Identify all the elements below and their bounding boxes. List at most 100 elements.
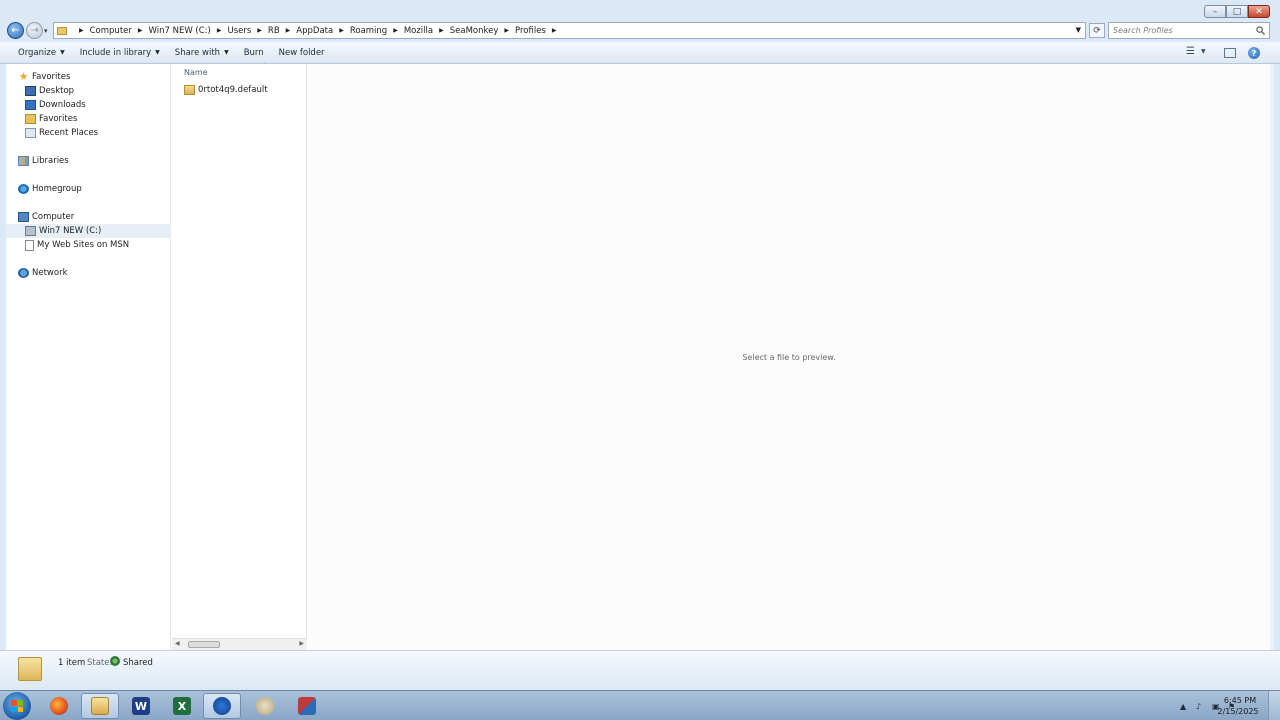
breadcrumb-users[interactable]: Users bbox=[227, 26, 251, 36]
show-hidden-icons-icon[interactable]: ▲ bbox=[1180, 702, 1186, 711]
nav-item-label: Desktop bbox=[39, 86, 75, 96]
burn-button[interactable]: Burn bbox=[239, 45, 269, 61]
list-item[interactable]: 0rtot4q9.default bbox=[184, 85, 268, 95]
organize-label: Organize bbox=[18, 47, 57, 58]
taskbar: W X ▲ ♪ ▣ ⚑ 6:45 PM 2/15/2025 bbox=[0, 690, 1280, 720]
breadcrumb-seamonkey[interactable]: SeaMonkey bbox=[450, 26, 499, 36]
libraries-icon bbox=[18, 156, 29, 166]
share-with-menu[interactable]: Share with ▼ bbox=[170, 45, 234, 61]
nav-item-label: My Web Sites on MSN bbox=[37, 240, 130, 250]
horizontal-scrollbar[interactable]: ◀ ▶ bbox=[172, 638, 307, 650]
breadcrumb-computer[interactable]: Computer bbox=[90, 26, 132, 36]
breadcrumb-arrow-icon[interactable]: ▶ bbox=[439, 27, 444, 34]
scroll-left-icon[interactable]: ◀ bbox=[175, 640, 180, 647]
nav-item-favorites-folder[interactable]: Favorites bbox=[6, 112, 171, 126]
recent-places-icon bbox=[25, 128, 36, 138]
breadcrumb-rb[interactable]: RB bbox=[268, 26, 280, 36]
sort-arrow-icon: ˄ bbox=[264, 62, 267, 69]
nav-item-web-sites[interactable]: My Web Sites on MSN bbox=[6, 238, 171, 252]
back-button[interactable]: ← bbox=[7, 22, 24, 39]
breadcrumb-mozilla[interactable]: Mozilla bbox=[404, 26, 433, 36]
nav-item-label: Win7 NEW (C:) bbox=[39, 226, 102, 236]
explorer-window: – □ ✕ ← → ▾ ▶ Computer ▶ Win7 NEW (C:) ▶… bbox=[0, 0, 1280, 690]
taskbar-word[interactable]: W bbox=[122, 693, 160, 719]
breadcrumb-arrow-icon[interactable]: ▶ bbox=[504, 27, 509, 34]
firefox-icon bbox=[50, 697, 68, 715]
breadcrumb-arrow-icon[interactable]: ▶ bbox=[552, 27, 557, 34]
word-icon: W bbox=[132, 697, 150, 715]
scrollbar-thumb[interactable] bbox=[188, 641, 220, 648]
change-view-button[interactable]: ☰ ▼ bbox=[1186, 46, 1206, 57]
nav-item-favorites[interactable]: ★ Favorites bbox=[6, 70, 171, 84]
tool-icon bbox=[298, 697, 316, 715]
taskbar-paint[interactable] bbox=[246, 693, 284, 719]
forward-button[interactable]: → bbox=[26, 22, 43, 39]
breadcrumb-appdata[interactable]: AppData bbox=[296, 26, 333, 36]
breadcrumb-arrow-icon[interactable]: ▶ bbox=[286, 27, 291, 34]
volume-icon[interactable]: ♪ bbox=[1196, 702, 1201, 711]
details-pane: 1 item State: Shared bbox=[0, 650, 1280, 690]
nav-item-desktop[interactable]: Desktop bbox=[6, 84, 171, 98]
favorites-folder-icon bbox=[25, 114, 36, 124]
nav-item-network[interactable]: Network bbox=[6, 266, 171, 280]
search-input[interactable] bbox=[1113, 26, 1253, 35]
preview-pane-button[interactable] bbox=[1224, 48, 1236, 58]
window-controls: – □ ✕ bbox=[1204, 5, 1270, 18]
column-header-name[interactable]: Name bbox=[184, 68, 208, 77]
breadcrumb-arrow-icon[interactable]: ▶ bbox=[217, 27, 222, 34]
scroll-right-icon[interactable]: ▶ bbox=[299, 640, 304, 647]
nav-item-label: Favorites bbox=[39, 114, 78, 124]
address-bar[interactable]: ▶ Computer ▶ Win7 NEW (C:) ▶ Users ▶ RB … bbox=[53, 22, 1086, 39]
nav-item-drive-c[interactable]: Win7 NEW (C:) bbox=[6, 224, 171, 238]
nav-item-computer[interactable]: Computer bbox=[6, 210, 171, 224]
state-label: State: bbox=[87, 658, 113, 668]
close-button[interactable]: ✕ bbox=[1248, 5, 1270, 18]
refresh-button[interactable]: ⟳ bbox=[1089, 23, 1105, 38]
nav-item-label: Downloads bbox=[39, 100, 86, 110]
desktop-icon bbox=[25, 86, 36, 96]
breadcrumb-arrow-icon[interactable]: ▶ bbox=[257, 27, 262, 34]
clock-time[interactable]: 6:45 PM bbox=[1220, 696, 1260, 705]
file-name: 0rtot4q9.default bbox=[198, 85, 268, 95]
breadcrumb-arrow-icon[interactable]: ▶ bbox=[79, 27, 84, 34]
address-dropdown-icon[interactable]: ▼ bbox=[1076, 26, 1081, 34]
recent-pages-dropdown[interactable]: ▾ bbox=[44, 27, 48, 35]
file-list: Name ˄ 0rtot4q9.default ◀ ▶ bbox=[172, 62, 307, 650]
help-icon[interactable]: ? bbox=[1248, 47, 1260, 59]
title-bar[interactable]: – □ ✕ bbox=[0, 0, 1280, 20]
breadcrumb-drive[interactable]: Win7 NEW (C:) bbox=[149, 26, 211, 36]
taskbar-excel[interactable]: X bbox=[163, 693, 201, 719]
new-folder-button[interactable]: New folder bbox=[274, 45, 330, 61]
minimize-button[interactable]: – bbox=[1204, 5, 1226, 18]
nav-item-libraries[interactable]: Libraries bbox=[6, 154, 171, 168]
search-box[interactable] bbox=[1108, 22, 1270, 39]
breadcrumb-arrow-icon[interactable]: ▶ bbox=[339, 27, 344, 34]
show-desktop-button[interactable] bbox=[1268, 691, 1280, 720]
organize-menu[interactable]: Organize ▼ bbox=[13, 45, 70, 61]
search-icon[interactable] bbox=[1256, 26, 1265, 35]
nav-item-homegroup[interactable]: Homegroup bbox=[6, 182, 171, 196]
address-row: ← → ▾ ▶ Computer ▶ Win7 NEW (C:) ▶ Users… bbox=[0, 20, 1280, 42]
excel-icon: X bbox=[173, 697, 191, 715]
web-sites-icon bbox=[25, 239, 34, 251]
command-bar: Organize ▼ Include in library ▼ Share with… bbox=[0, 42, 1280, 64]
taskbar-firefox[interactable] bbox=[40, 693, 78, 719]
include-in-library-menu[interactable]: Include in library ▼ bbox=[75, 45, 165, 61]
taskbar-explorer[interactable] bbox=[81, 693, 119, 719]
clock-date[interactable]: 2/15/2025 bbox=[1216, 707, 1260, 716]
breadcrumb-roaming[interactable]: Roaming bbox=[350, 26, 387, 36]
shared-icon bbox=[110, 656, 120, 666]
nav-item-label: Libraries bbox=[32, 156, 69, 166]
breadcrumb-arrow-icon[interactable]: ▶ bbox=[138, 27, 143, 34]
start-button[interactable] bbox=[3, 692, 31, 720]
preview-pane: Select a file to preview. bbox=[308, 64, 1270, 650]
nav-item-recent-places[interactable]: Recent Places bbox=[6, 126, 171, 140]
taskbar-seamonkey[interactable] bbox=[203, 693, 241, 719]
taskbar-tool[interactable] bbox=[288, 693, 326, 719]
windows-logo-icon bbox=[11, 700, 23, 712]
network-icon bbox=[18, 268, 29, 278]
breadcrumb-profiles[interactable]: Profiles bbox=[515, 26, 546, 36]
maximize-button[interactable]: □ bbox=[1226, 5, 1248, 18]
breadcrumb-arrow-icon[interactable]: ▶ bbox=[393, 27, 398, 34]
nav-item-downloads[interactable]: Downloads bbox=[6, 98, 171, 112]
